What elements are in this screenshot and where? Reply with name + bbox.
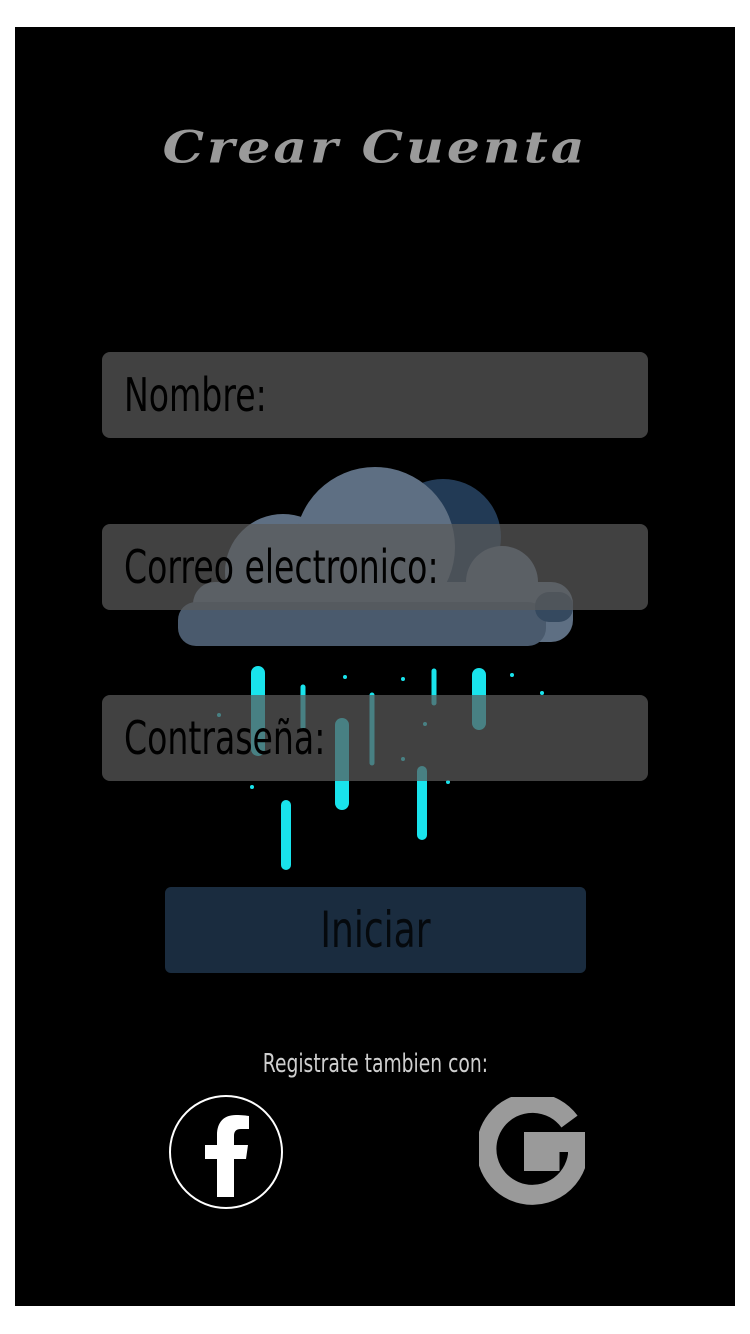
submit-button[interactable]: Iniciar — [165, 887, 586, 973]
social-signup-prompt: Registrate tambien con: — [262, 1049, 488, 1079]
facebook-login-button[interactable] — [169, 1095, 283, 1209]
email-field[interactable]: Correo electronico: — [102, 524, 648, 610]
name-field[interactable]: Nombre: — [102, 352, 648, 438]
facebook-icon — [205, 1115, 249, 1197]
password-field-placeholder: Contraseña: — [124, 711, 326, 765]
password-field[interactable]: Contraseña: — [102, 695, 648, 781]
google-icon[interactable] — [479, 1097, 585, 1205]
app-screen: Crear Cuenta Nombre: Correo electronico:… — [15, 27, 735, 1306]
email-field-placeholder: Correo electronico: — [124, 540, 439, 594]
name-field-placeholder: Nombre: — [124, 368, 267, 422]
rain-cloud-illustration — [178, 467, 573, 870]
submit-button-label: Iniciar — [320, 901, 431, 959]
